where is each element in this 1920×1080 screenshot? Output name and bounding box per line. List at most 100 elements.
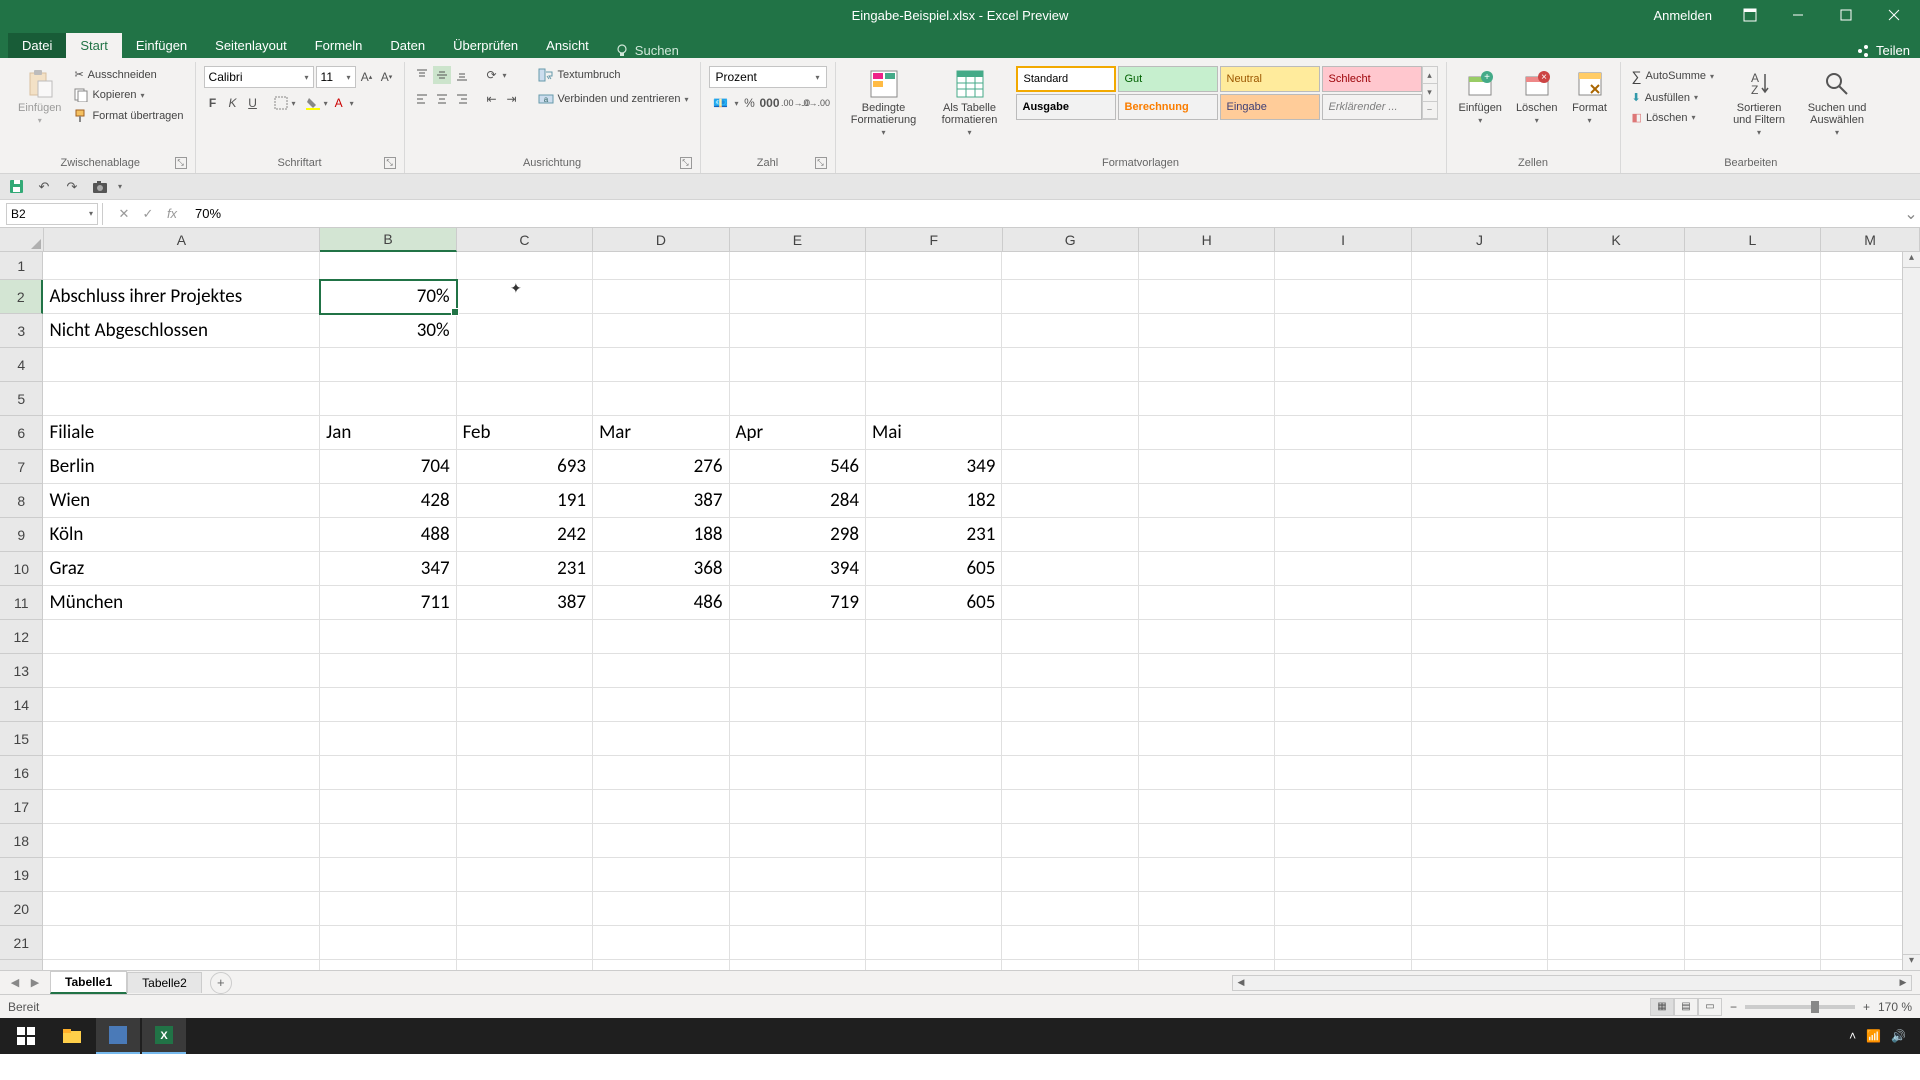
- cell-C18[interactable]: [457, 824, 593, 858]
- cell-I20[interactable]: [1275, 892, 1411, 926]
- cell-B22[interactable]: [320, 960, 456, 970]
- vertical-scrollbar[interactable]: ▴ ▾: [1902, 252, 1920, 970]
- cell-D21[interactable]: [593, 926, 729, 960]
- cell-D10[interactable]: 368: [593, 552, 729, 586]
- cell-A11[interactable]: München: [43, 586, 320, 620]
- cell-G6[interactable]: [1002, 416, 1138, 450]
- cell-F9[interactable]: 231: [866, 518, 1002, 552]
- sort-filter-button[interactable]: AZSortieren und Filtern▾: [1723, 66, 1795, 139]
- cell-H13[interactable]: [1139, 654, 1275, 688]
- column-header-H[interactable]: H: [1139, 228, 1275, 252]
- cell-B17[interactable]: [320, 790, 456, 824]
- cell-G12[interactable]: [1002, 620, 1138, 654]
- cell-A16[interactable]: [43, 756, 320, 790]
- column-header-L[interactable]: L: [1685, 228, 1821, 252]
- cell-L22[interactable]: [1685, 960, 1821, 970]
- cell-I6[interactable]: [1275, 416, 1411, 450]
- cell-H6[interactable]: [1139, 416, 1275, 450]
- merge-center-button[interactable]: aVerbinden und zentrieren▾: [535, 90, 692, 108]
- cell-G5[interactable]: [1002, 382, 1138, 416]
- cell-E16[interactable]: [730, 756, 866, 790]
- tab-home[interactable]: Start: [66, 33, 121, 58]
- cell-G16[interactable]: [1002, 756, 1138, 790]
- orientation-button[interactable]: ⟳: [483, 66, 501, 84]
- cell-I14[interactable]: [1275, 688, 1411, 722]
- cell-K9[interactable]: [1548, 518, 1684, 552]
- cell-A4[interactable]: [43, 348, 320, 382]
- cell-G17[interactable]: [1002, 790, 1138, 824]
- cell-F7[interactable]: 349: [866, 450, 1002, 484]
- cell-B19[interactable]: [320, 858, 456, 892]
- minimize-button[interactable]: [1776, 0, 1820, 30]
- decrease-decimal-button[interactable]: .0→.00: [807, 94, 825, 112]
- cell-I22[interactable]: [1275, 960, 1411, 970]
- row-header-16[interactable]: 16: [0, 756, 43, 790]
- cell-E14[interactable]: [730, 688, 866, 722]
- cell-D6[interactable]: Mar: [593, 416, 729, 450]
- cell-A20[interactable]: [43, 892, 320, 926]
- zoom-out-button[interactable]: −: [1730, 1000, 1737, 1014]
- name-box[interactable]: B2▾: [6, 203, 98, 225]
- cancel-formula-button[interactable]: ✕: [113, 203, 135, 225]
- camera-button[interactable]: [90, 177, 110, 197]
- cell-D18[interactable]: [593, 824, 729, 858]
- cell-E3[interactable]: [730, 314, 866, 348]
- cell-K22[interactable]: [1548, 960, 1684, 970]
- cell-E18[interactable]: [730, 824, 866, 858]
- cell-F3[interactable]: [866, 314, 1002, 348]
- cell-J3[interactable]: [1412, 314, 1548, 348]
- sheet-tab-1[interactable]: Tabelle1: [50, 971, 127, 994]
- app-taskbar-icon-1[interactable]: [96, 1018, 140, 1054]
- row-header-2[interactable]: 2: [0, 280, 43, 314]
- cell-G14[interactable]: [1002, 688, 1138, 722]
- cell-G7[interactable]: [1002, 450, 1138, 484]
- cell-H15[interactable]: [1139, 722, 1275, 756]
- conditional-formatting-button[interactable]: Bedingte Formatierung▾: [844, 66, 924, 139]
- cell-A6[interactable]: Filiale: [43, 416, 320, 450]
- cell-C15[interactable]: [457, 722, 593, 756]
- cell-C10[interactable]: 231: [457, 552, 593, 586]
- row-header-3[interactable]: 3: [0, 314, 43, 348]
- cell-A22[interactable]: [43, 960, 320, 970]
- cell-E7[interactable]: 546: [730, 450, 866, 484]
- cell-K7[interactable]: [1548, 450, 1684, 484]
- cell-H14[interactable]: [1139, 688, 1275, 722]
- cell-G2[interactable]: [1002, 280, 1138, 314]
- cell-G4[interactable]: [1002, 348, 1138, 382]
- undo-button[interactable]: ↶: [34, 177, 54, 197]
- grow-font-button[interactable]: A▴: [358, 68, 376, 86]
- cell-L6[interactable]: [1685, 416, 1821, 450]
- cell-A1[interactable]: [43, 252, 320, 280]
- cell-D8[interactable]: 387: [593, 484, 729, 518]
- cell-H4[interactable]: [1139, 348, 1275, 382]
- format-cells-button[interactable]: Format▾: [1568, 66, 1612, 127]
- cell-D1[interactable]: [593, 252, 729, 280]
- formula-input[interactable]: [189, 203, 1902, 225]
- cell-F11[interactable]: 605: [866, 586, 1002, 620]
- tab-insert[interactable]: Einfügen: [122, 33, 201, 58]
- cell-H17[interactable]: [1139, 790, 1275, 824]
- row-header-6[interactable]: 6: [0, 416, 43, 450]
- column-header-I[interactable]: I: [1275, 228, 1411, 252]
- paste-button[interactable]: Einfügen ▾: [14, 66, 65, 127]
- cell-H2[interactable]: [1139, 280, 1275, 314]
- find-select-button[interactable]: Suchen und Auswählen▾: [1801, 66, 1873, 139]
- wrap-text-button[interactable]: Textumbruch: [535, 66, 692, 84]
- cell-E10[interactable]: 394: [730, 552, 866, 586]
- cell-L20[interactable]: [1685, 892, 1821, 926]
- row-header-12[interactable]: 12: [0, 620, 43, 654]
- cell-D11[interactable]: 486: [593, 586, 729, 620]
- file-explorer-taskbar[interactable]: [50, 1018, 94, 1054]
- cell-E19[interactable]: [730, 858, 866, 892]
- cell-A15[interactable]: [43, 722, 320, 756]
- cell-F10[interactable]: 605: [866, 552, 1002, 586]
- cell-F5[interactable]: [866, 382, 1002, 416]
- cell-E20[interactable]: [730, 892, 866, 926]
- cell-C11[interactable]: 387: [457, 586, 593, 620]
- cell-B8[interactable]: 428: [320, 484, 456, 518]
- cell-G20[interactable]: [1002, 892, 1138, 926]
- cell-K20[interactable]: [1548, 892, 1684, 926]
- cell-F16[interactable]: [866, 756, 1002, 790]
- underline-button[interactable]: U: [244, 94, 262, 112]
- style-neutral[interactable]: Neutral: [1220, 66, 1320, 92]
